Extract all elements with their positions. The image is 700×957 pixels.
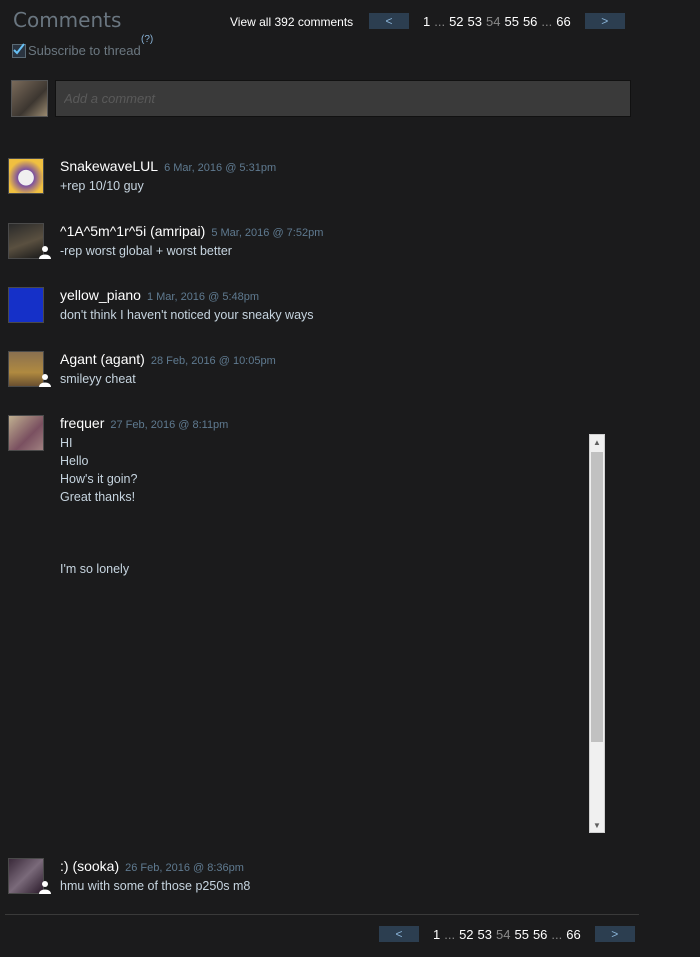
comment-box[interactable] (55, 80, 631, 117)
page-link[interactable]: 52 (449, 14, 463, 29)
subscribe-checkbox[interactable]: Subscribe to thread (12, 42, 141, 58)
page-link[interactable]: 55 (504, 14, 518, 29)
page-link[interactable]: 56 (523, 14, 537, 29)
pagination-ellipsis: ... (444, 926, 456, 942)
author-name-link[interactable]: SnakewaveLUL (60, 158, 158, 174)
checkbox-icon[interactable] (12, 42, 26, 58)
view-all-comments-link[interactable]: View all 392 comments (230, 15, 353, 29)
comment-timestamp: 5 Mar, 2016 @ 7:52pm (211, 227, 324, 239)
comment-text: hmu with some of those p250s m8 (60, 879, 251, 893)
author-name-link[interactable]: yellow_piano (60, 287, 141, 303)
comment-text: -rep worst global + worst better (60, 244, 232, 258)
current-page: 54 (496, 926, 511, 942)
page-link[interactable]: 52 (459, 927, 473, 942)
next-page-button[interactable]: > (584, 13, 625, 29)
comments-title: Comments (13, 8, 122, 32)
comment-author: SnakewaveLUL 6 Mar, 2016 @ 5:31pm (60, 158, 276, 174)
current-page: 54 (486, 13, 501, 29)
comment-text: smileyy cheat (60, 372, 136, 386)
page-link-first[interactable]: 1 (423, 14, 430, 29)
author-name-link[interactable]: ^1A^5m^1r^5i (amripai) (60, 223, 205, 239)
scroll-up-arrow-icon[interactable]: ▲ (590, 435, 604, 449)
comment-scrollbar[interactable]: ▲ ▼ (589, 434, 605, 833)
scroll-down-arrow-icon[interactable]: ▼ (590, 818, 604, 832)
pagination-bottom: < 1 ... 52 53 54 55 56 ... 66 > (379, 926, 635, 942)
page-link-last[interactable]: 66 (556, 14, 570, 29)
page-links: 1 ... 52 53 54 55 56 ... 66 (431, 927, 583, 942)
friend-icon (39, 246, 51, 259)
page-link[interactable]: 56 (533, 927, 547, 942)
comment-text: +rep 10/10 guy (60, 179, 144, 193)
comment-author: yellow_piano 1 Mar, 2016 @ 5:48pm (60, 287, 259, 303)
comment-timestamp: 1 Mar, 2016 @ 5:48pm (146, 291, 260, 303)
page-link[interactable]: 53 (478, 927, 492, 942)
comment-timestamp: 26 Feb, 2016 @ 8:36pm (125, 862, 244, 874)
comment-text: don't think I haven't noticed your sneak… (60, 308, 314, 322)
author-name-link[interactable]: frequer (60, 415, 104, 431)
comment-author: frequer 27 Feb, 2016 @ 8:11pm (60, 415, 228, 431)
friend-icon (39, 881, 51, 894)
comment-author: Agant (agant) 28 Feb, 2016 @ 10:05pm (60, 351, 276, 367)
friend-icon (39, 374, 51, 387)
comment-input[interactable] (56, 81, 630, 116)
comment-timestamp: 6 Mar, 2016 @ 5:31pm (164, 162, 277, 174)
comment-author: :) (sooka) 26 Feb, 2016 @ 8:36pm (60, 858, 244, 874)
page-link-first[interactable]: 1 (433, 927, 440, 942)
page-link-last[interactable]: 66 (566, 927, 580, 942)
avatar[interactable] (8, 287, 44, 323)
next-page-button[interactable]: > (594, 926, 635, 942)
page-link[interactable]: 55 (514, 927, 528, 942)
scroll-thumb[interactable] (591, 452, 603, 742)
avatar[interactable] (8, 158, 44, 194)
divider (5, 914, 639, 915)
pagination-ellipsis: ... (541, 13, 553, 29)
author-name-link[interactable]: :) (sooka) (60, 858, 119, 874)
comment-timestamp: 27 Feb, 2016 @ 8:11pm (110, 419, 229, 431)
pagination-top: < 1 ... 52 53 54 55 56 ... 66 > (369, 13, 625, 29)
avatar[interactable] (8, 415, 44, 451)
pagination-ellipsis: ... (551, 926, 563, 942)
comment-timestamp: 28 Feb, 2016 @ 10:05pm (150, 355, 276, 367)
page-links: 1 ... 52 53 54 55 56 ... 66 (421, 14, 573, 29)
comment-author: ^1A^5m^1r^5i (amripai) 5 Mar, 2016 @ 7:52… (60, 223, 323, 239)
prev-page-button[interactable]: < (379, 926, 419, 942)
my-avatar[interactable] (11, 80, 48, 117)
author-name-link[interactable]: Agant (agant) (60, 351, 145, 367)
help-link[interactable]: (?) (141, 34, 153, 45)
prev-page-button[interactable]: < (369, 13, 409, 29)
pagination-ellipsis: ... (434, 13, 446, 29)
page-link[interactable]: 53 (468, 14, 482, 29)
comment-text: HI Hello How's it goin? Great thanks! I'… (60, 436, 138, 576)
subscribe-label: Subscribe to thread (28, 43, 141, 58)
